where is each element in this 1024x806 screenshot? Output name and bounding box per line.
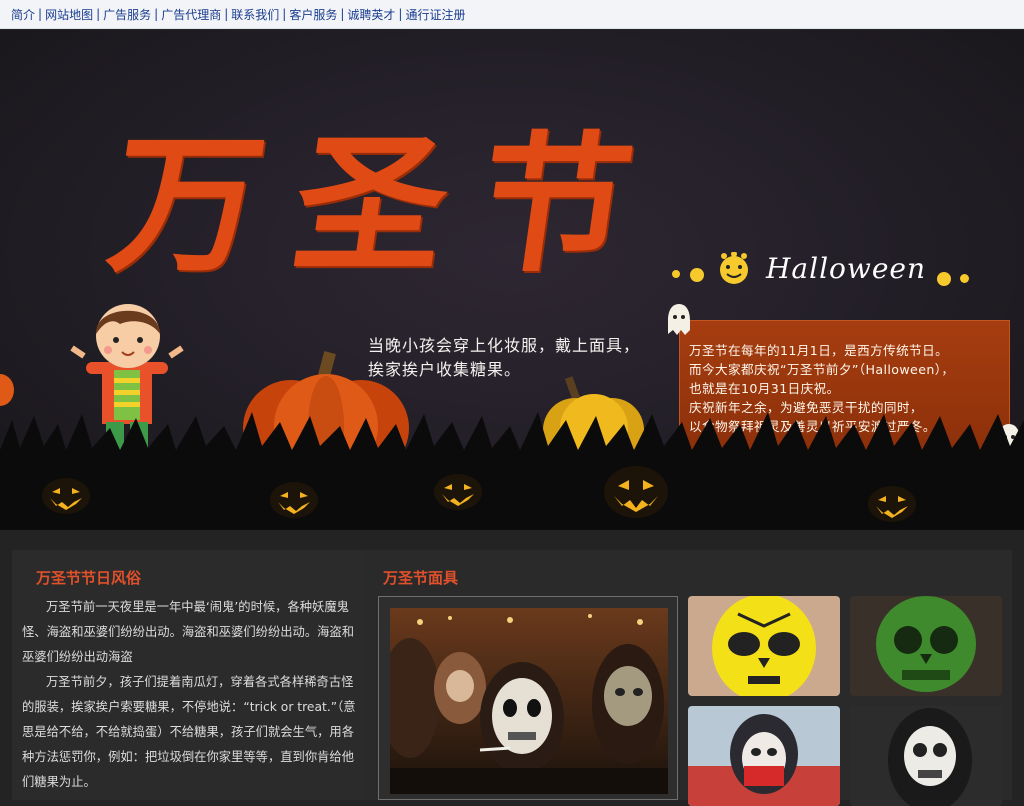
ghost-icon (668, 304, 690, 335)
decoration-dot (937, 272, 951, 286)
decoration-dot (960, 274, 969, 283)
nav-separator: | (224, 7, 229, 21)
nav-separator: | (340, 7, 345, 21)
nav-separator: | (96, 7, 101, 21)
jack-o-lantern-icon (42, 478, 90, 514)
halloween-banner: 万圣节 Halloween 当晚小孩会穿上化妆服，戴上面具， 挨家挨户收集糖果。… (0, 30, 1024, 530)
smiley-face-icon (720, 252, 748, 284)
banner-title: 万圣节 (99, 117, 677, 293)
top-nav: 简介 | 网站地图 | 广告服务 | 广告代理商 | 联系我们 | 客户服务 | 诚聘英才 | 通行证注册 (0, 0, 1024, 29)
mask-thumbnail-green-skull[interactable] (850, 596, 1002, 696)
customs-paragraph-1: 万圣节前一天夜里是一年中最‘闹鬼’的时候，各种妖魔鬼怪、海盗和巫婆们纷纷出动。海… (22, 600, 355, 664)
jack-o-lantern-icon (270, 482, 318, 518)
nav-link-7[interactable]: 通行证注册 (405, 6, 465, 23)
customs-paragraph-2: 万圣节前夕，孩子们提着南瓜灯，穿着各式各样稀奇古怪的服装，挨家挨户索要糖果，不停… (22, 675, 356, 789)
info-box-line: 也就是在10月31日庆祝。 (689, 381, 840, 396)
crowd-masks-photo[interactable] (390, 608, 668, 794)
masks-title: 万圣节面具 (383, 569, 459, 587)
decoration-dot (690, 268, 704, 282)
jack-o-lantern-icon (434, 474, 482, 510)
nav-link-0[interactable]: 简介 (11, 6, 35, 23)
jack-o-lantern-icon (604, 466, 668, 518)
decoration-dot (672, 270, 680, 278)
customs-section: 万圣节节日风俗 万圣节前一天夜里是一年中最‘闹鬼’的时候，各种妖魔鬼怪、海盗和巫… (12, 550, 364, 800)
red-white-mask-photo[interactable] (688, 706, 840, 806)
yellow-mask-photo[interactable] (688, 596, 840, 696)
mask-main-photo-frame[interactable] (378, 596, 678, 800)
mask-thumbnail-red-white[interactable] (688, 706, 840, 806)
info-box-line: 万圣节在每年的11月1日，是西方传统节日。 (689, 343, 949, 358)
customs-title: 万圣节节日风俗 (36, 569, 142, 587)
banner-subtitle: 当晚小孩会穿上化妆服，戴上面具， 挨家挨户收集糖果。 (368, 336, 641, 379)
nav-link-1[interactable]: 网站地图 (45, 6, 93, 23)
nav-link-6[interactable]: 诚聘英才 (347, 6, 395, 23)
content-area: 万圣节节日风俗 万圣节前一天夜里是一年中最‘闹鬼’的时候，各种妖魔鬼怪、海盗和巫… (12, 550, 1012, 806)
mask-thumbnail-skull-hood[interactable] (850, 706, 1002, 806)
green-skull-mask-photo[interactable] (850, 596, 1002, 696)
skull-hood-mask-photo[interactable] (850, 706, 1002, 806)
pumpkin-icon (0, 374, 14, 406)
halloween-label: Halloween (766, 252, 927, 285)
nav-link-4[interactable]: 联系我们 (231, 6, 279, 23)
mask-thumbnail-yellow[interactable] (688, 596, 840, 696)
nav-separator: | (38, 7, 43, 21)
jack-o-lantern-icon (868, 486, 916, 522)
nav-link-5[interactable]: 客户服务 (289, 6, 337, 23)
nav-separator: | (282, 7, 287, 21)
info-box-line: 而今大家都庆祝“万圣节前夕”（Halloween）， (689, 362, 955, 377)
nav-separator: | (154, 7, 159, 21)
nav-link-3[interactable]: 广告代理商 (161, 6, 221, 23)
nav-link-2[interactable]: 广告服务 (103, 6, 151, 23)
nav-separator: | (398, 7, 403, 21)
